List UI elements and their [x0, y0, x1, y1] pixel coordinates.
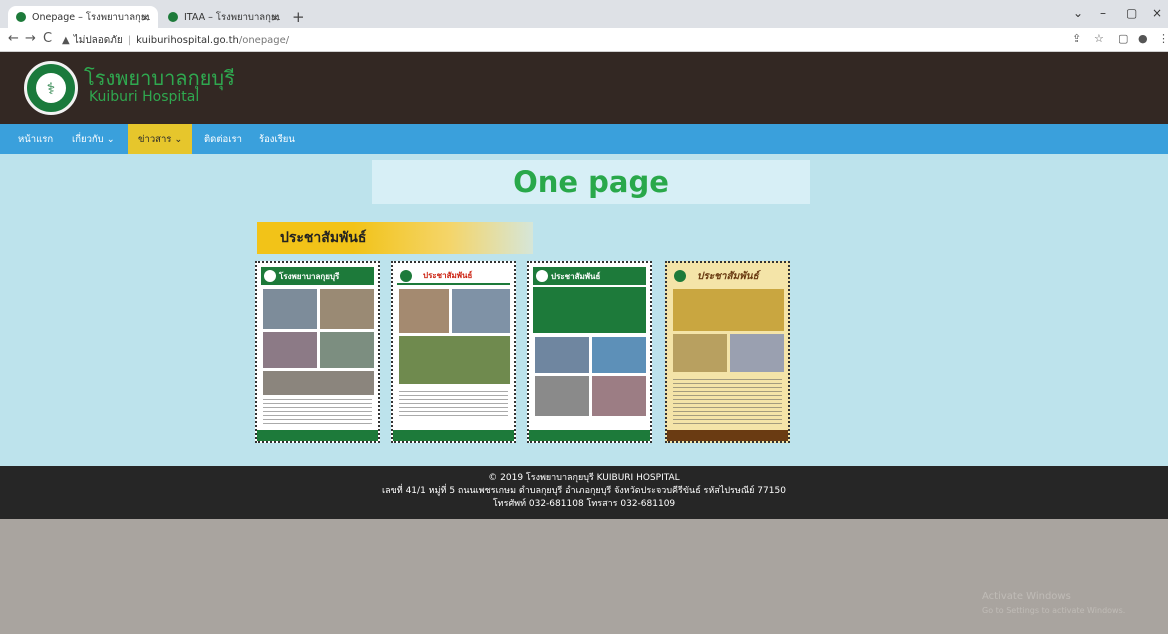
close-window-button[interactable]: × — [1152, 6, 1162, 20]
poster-4[interactable]: ประชาสัมพันธ์ — [665, 261, 790, 443]
footer-address: เลขที่ 41/1 หมู่ที่ 5 ถนนเพชรเกษม ตำบลกุ… — [382, 486, 786, 496]
nav-item-home[interactable]: หน้าแรก — [18, 124, 53, 154]
nav-item-news[interactable]: ข่าวสาร ⌄ — [128, 124, 193, 154]
nav-item-about[interactable]: เกี่ยวกับ ⌄ — [72, 124, 115, 154]
poster-photo — [673, 334, 727, 372]
forward-icon[interactable]: → — [25, 31, 36, 46]
poster-photo — [399, 289, 449, 333]
url-path: /onepage/ — [238, 34, 290, 46]
poster-heading: ประชาสัมพันธ์ — [397, 267, 510, 285]
browser-tab-onepage[interactable]: Onepage – โรงพยาบาลกุยบุรี × — [8, 6, 158, 28]
hospital-logo[interactable]: ⚕ — [24, 61, 78, 115]
poster-photo — [320, 289, 374, 329]
poster-footer — [667, 430, 788, 441]
new-tab-button[interactable]: + — [292, 8, 305, 26]
poster-footer — [393, 430, 514, 441]
close-tab-icon[interactable]: × — [271, 11, 280, 24]
bookmark-star-icon[interactable]: ☆ — [1094, 32, 1104, 45]
poster-body-text — [263, 399, 372, 425]
poster-body-text — [399, 391, 508, 417]
nav-item-contact[interactable]: ติดต่อเรา — [204, 124, 242, 154]
warning-icon: ▲ — [62, 34, 70, 46]
page-title: One page — [513, 165, 669, 199]
poster-photo — [320, 332, 374, 368]
tab-search-icon[interactable]: ⌄ — [1073, 6, 1083, 20]
poster-3[interactable]: ประชาสัมพันธ์ — [527, 261, 652, 443]
tab-title: Onepage – โรงพยาบาลกุยบุรี — [32, 11, 150, 23]
minimize-button[interactable]: – — [1100, 6, 1106, 20]
poster-photo — [263, 332, 317, 368]
activate-windows-watermark: Activate Windows Go to Settings to activ… — [982, 590, 1125, 618]
menu-icon[interactable]: ⋮ — [1158, 32, 1168, 45]
poster-heading: โรงพยาบาลกุยบุรี — [261, 267, 374, 285]
url-domain: kuiburihospital.go.th — [136, 34, 239, 46]
site-name-english[interactable]: Kuiburi Hospital — [89, 89, 199, 105]
poster-photo — [535, 337, 589, 373]
poster-photo — [452, 289, 510, 333]
url-separator: | — [127, 34, 132, 46]
favicon-icon — [168, 12, 178, 22]
reload-icon[interactable]: C — [43, 31, 52, 46]
profile-icon[interactable]: ● — [1138, 32, 1148, 45]
favicon-icon — [16, 12, 26, 22]
poster-heading: ประชาสัมพันธ์ — [533, 267, 646, 285]
maximize-button[interactable]: ▢ — [1126, 6, 1137, 20]
poster-photo — [592, 337, 646, 373]
activate-title: Activate Windows — [982, 591, 1071, 602]
tab-title: ITAA – โรงพยาบาลกุยบุรี — [184, 11, 280, 23]
caduceus-icon: ⚕ — [36, 73, 66, 103]
section-heading: ประชาสัมพันธ์ — [257, 222, 533, 254]
poster-photo — [673, 289, 784, 331]
main-content: One page ประชาสัมพันธ์ โรงพยาบาลกุยบุรี … — [0, 154, 1168, 466]
browser-tab-itaa[interactable]: ITAA – โรงพยาบาลกุยบุรี × — [160, 6, 288, 28]
back-icon[interactable]: ← — [8, 31, 19, 46]
address-bar-row: ← → C ▲ ไม่ปลอดภัย | kuiburihospital.go.… — [0, 28, 1168, 52]
security-label: ไม่ปลอดภัย — [73, 34, 123, 46]
main-nav: หน้าแรก เกี่ยวกับ ⌄ ข่าวสาร ⌄ ติดต่อเรา … — [0, 124, 1168, 154]
poster-photo — [263, 371, 374, 395]
poster-photo — [730, 334, 784, 372]
nav-item-complaint[interactable]: ร้องเรียน — [259, 124, 295, 154]
poster-photo — [592, 376, 646, 416]
poster-body-text — [673, 379, 782, 425]
site-footer: © 2019 โรงพยาบาลกุยบุรี KUIBURI HOSPITAL… — [0, 466, 1168, 519]
poster-footer — [529, 430, 650, 441]
poster-2[interactable]: ประชาสัมพันธ์ — [391, 261, 516, 443]
address-input[interactable]: ▲ ไม่ปลอดภัย | kuiburihospital.go.th /on… — [62, 31, 1062, 49]
site-header: ⚕ โรงพยาบาลกุยบุรี Kuiburi Hospital — [0, 52, 1168, 124]
footer-phone: โทรศัพท์ 032-681108 โทรสาร 032-681109 — [492, 499, 676, 509]
poster-1[interactable]: โรงพยาบาลกุยบุรี — [255, 261, 380, 443]
poster-footer — [257, 430, 378, 441]
close-tab-icon[interactable]: × — [141, 11, 150, 24]
footer-copyright: © 2019 โรงพยาบาลกุยบุรี KUIBURI HOSPITAL — [488, 473, 680, 483]
poster-photo — [399, 336, 510, 384]
side-panel-icon[interactable]: ▢ — [1118, 32, 1128, 45]
browser-tab-strip: Onepage – โรงพยาบาลกุยบุรี × ITAA – โรงพ… — [0, 0, 1168, 28]
poster-photo — [535, 376, 589, 416]
share-icon[interactable]: ⇪ — [1072, 32, 1081, 45]
poster-banner — [533, 287, 646, 333]
page-title-box: One page — [372, 160, 810, 204]
poster-heading: ประชาสัมพันธ์ — [671, 267, 784, 285]
poster-photo — [263, 289, 317, 329]
activate-subtitle: Go to Settings to activate Windows. — [982, 606, 1126, 615]
